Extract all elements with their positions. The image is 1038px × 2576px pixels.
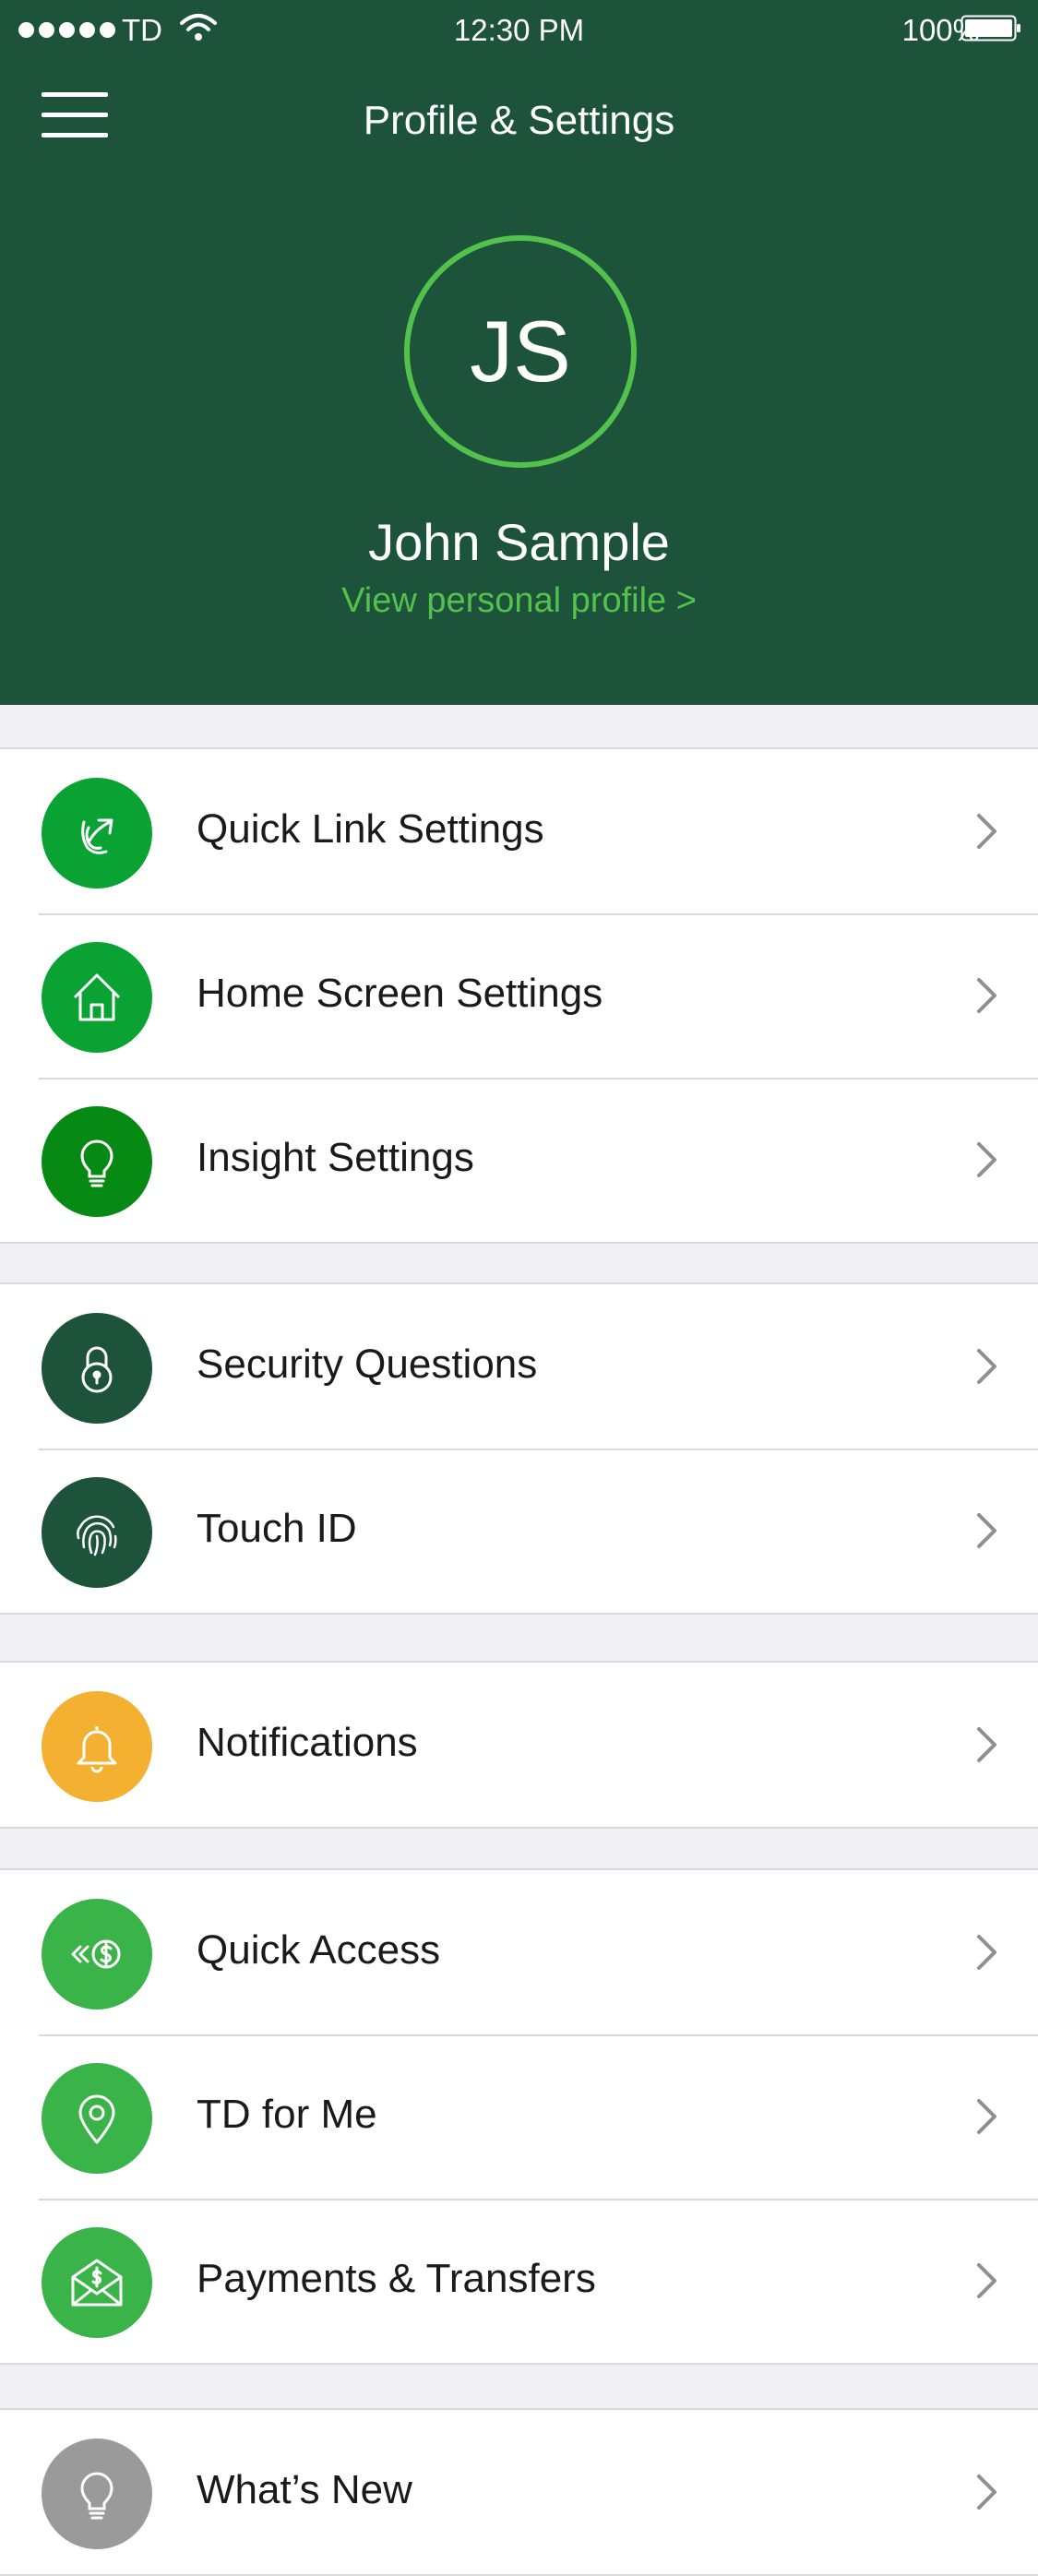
envelope-dollar-icon	[42, 2227, 152, 2338]
profile-header: TD 12:30 PM 100% Profile & Settings JS J…	[0, 0, 1038, 705]
chevron-right-icon	[977, 2263, 996, 2298]
settings-group-4: Quick Access TD for Me Payments & Transf…	[0, 1868, 1038, 2365]
link-arrow-icon	[42, 778, 152, 888]
row-label: Home Screen Settings	[197, 971, 603, 1016]
quick-access-icon	[42, 1899, 152, 2010]
location-pin-icon	[42, 2063, 152, 2174]
lock-icon	[42, 1313, 152, 1424]
chevron-right-icon	[977, 978, 996, 1013]
chevron-right-icon	[977, 1142, 996, 1177]
home-screen-settings-row[interactable]: Home Screen Settings	[0, 913, 1038, 1078]
row-label: Touch ID	[197, 1506, 357, 1551]
row-label: Payments & Transfers	[197, 2256, 596, 2301]
settings-group-3: Notifications	[0, 1661, 1038, 1829]
lightbulb-icon	[42, 2439, 152, 2549]
row-label: Insight Settings	[197, 1135, 474, 1180]
avatar: JS	[404, 235, 637, 468]
row-label: TD for Me	[197, 2092, 377, 2137]
touch-id-row[interactable]: Touch ID	[0, 1449, 1038, 1613]
avatar-initials: JS	[470, 303, 571, 400]
bell-icon	[42, 1691, 152, 1802]
row-label: Security Questions	[197, 1342, 538, 1387]
settings-group-2: Security Questions Touch ID	[0, 1282, 1038, 1615]
chevron-right-icon	[977, 1513, 996, 1548]
battery-icon	[960, 15, 1020, 42]
row-label: Quick Link Settings	[197, 806, 544, 852]
settings-group-1: Quick Link Settings Home Screen Settings…	[0, 747, 1038, 1244]
whats-new-row[interactable]: What’s New	[0, 2410, 1038, 2574]
quick-link-settings-row[interactable]: Quick Link Settings	[0, 749, 1038, 913]
home-icon	[42, 942, 152, 1053]
fingerprint-icon	[42, 1477, 152, 1588]
settings-group-5: What’s New	[0, 2408, 1038, 2576]
chevron-right-icon	[977, 2475, 996, 2510]
security-questions-row[interactable]: Security Questions	[0, 1284, 1038, 1449]
view-profile-link[interactable]: View personal profile >	[0, 581, 1038, 621]
td-for-me-row[interactable]: TD for Me	[0, 2034, 1038, 2199]
lightbulb-icon	[42, 1106, 152, 1217]
chevron-right-icon	[977, 814, 996, 849]
clock: 12:30 PM	[453, 13, 585, 47]
user-name: John Sample	[368, 513, 670, 571]
page-title: Profile & Settings	[363, 98, 675, 143]
insight-settings-row[interactable]: Insight Settings	[0, 1078, 1038, 1242]
row-label: Quick Access	[197, 1927, 441, 1973]
notifications-row[interactable]: Notifications	[0, 1663, 1038, 1827]
chevron-right-icon	[977, 1727, 996, 1762]
row-label: What’s New	[197, 2467, 412, 2512]
row-label: Notifications	[197, 1720, 418, 1765]
status-bar: TD 12:30 PM 100%	[0, 0, 1038, 61]
chevron-right-icon	[977, 1349, 996, 1384]
quick-access-row[interactable]: Quick Access	[0, 1870, 1038, 2034]
chevron-right-icon	[977, 2099, 996, 2134]
chevron-right-icon	[977, 1935, 996, 1970]
payments-transfers-row[interactable]: Payments & Transfers	[0, 2199, 1038, 2363]
